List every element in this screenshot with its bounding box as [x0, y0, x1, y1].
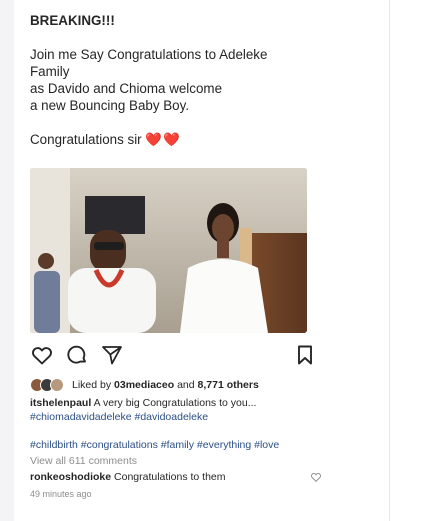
- post-caption: BREAKING!!! Join me Say Congratulations …: [30, 12, 380, 148]
- red-hearts-emoji: ❤️❤️: [145, 132, 181, 147]
- comment-icon[interactable]: [65, 343, 89, 367]
- comment-like-heart-icon[interactable]: [310, 470, 322, 482]
- post-hashtags[interactable]: #childbirth #congratulations #family #ev…: [30, 438, 370, 452]
- comment-username[interactable]: ronkeoshodioke: [30, 471, 111, 483]
- comment-item: itshelenpaul A very big Congratulations …: [30, 396, 370, 424]
- send-icon[interactable]: [100, 343, 124, 367]
- liker-username[interactable]: 03mediaceo: [114, 379, 174, 391]
- right-edge-strip: [389, 0, 421, 521]
- comment-item: ronkeoshodioke Congratulations to them: [30, 471, 330, 483]
- likes-prefix: Liked by: [72, 379, 115, 391]
- bookmark-icon[interactable]: [293, 343, 317, 367]
- likes-count[interactable]: 8,771 others: [198, 379, 259, 391]
- post-action-bar: [30, 343, 315, 367]
- post-timestamp: 49 minutes ago: [30, 489, 92, 499]
- heart-outline-icon[interactable]: [30, 343, 54, 367]
- caption-line: as Davido and Chioma welcome: [30, 81, 223, 96]
- caption-congrats: Congratulations sir ❤️❤️: [30, 131, 380, 148]
- caption-line: Join me Say Congratulations to Adeleke: [30, 47, 268, 62]
- comment-username[interactable]: itshelenpaul: [30, 397, 91, 409]
- likes-text: Liked by 03mediaceo and 8,771 others: [72, 379, 259, 391]
- caption-line: Family: [30, 64, 70, 79]
- post-card: BREAKING!!! Join me Say Congratulations …: [14, 0, 389, 521]
- screenshot-frame: BREAKING!!! Join me Say Congratulations …: [0, 0, 421, 521]
- liker-avatars: [30, 377, 68, 393]
- likes-row[interactable]: Liked by 03mediaceo and 8,771 others: [30, 377, 350, 393]
- comment-text: A very big Congratulations to you...: [91, 397, 257, 409]
- view-all-comments-link[interactable]: View all 611 comments: [30, 455, 137, 467]
- likes-and: and: [174, 379, 198, 391]
- comment-text: Congratulations to them: [111, 471, 226, 483]
- post-photo[interactable]: [30, 168, 307, 333]
- caption-line: a new Bouncing Baby Boy.: [30, 98, 190, 113]
- couple-photo-illustration: [30, 168, 307, 333]
- comment-hashtags[interactable]: #chiomadavidadeleke #davidoadeleke: [30, 410, 370, 424]
- caption-headline: BREAKING!!!: [30, 13, 115, 28]
- avatar: [50, 378, 64, 392]
- caption-congrats-text: Congratulations sir: [30, 132, 142, 147]
